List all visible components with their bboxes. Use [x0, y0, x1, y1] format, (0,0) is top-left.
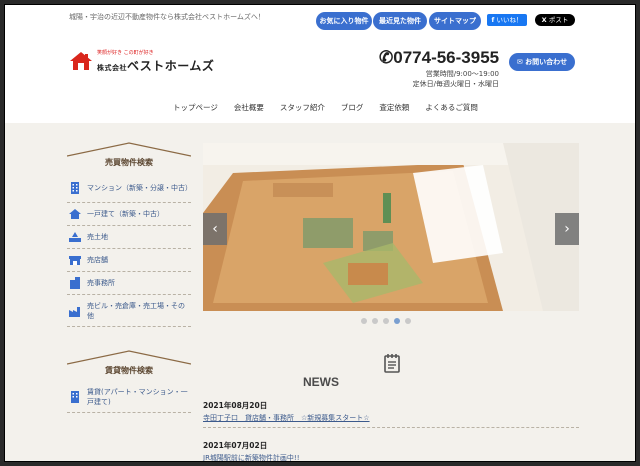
news-heading: NEWS	[303, 375, 339, 389]
sidebar-item-label: 一戸建て（新築・中古）	[87, 210, 164, 218]
sidebar-item-house[interactable]: 一戸建て（新築・中古）	[67, 203, 191, 226]
slider-dot[interactable]	[361, 318, 367, 324]
slider-dot[interactable]	[383, 318, 389, 324]
phone-icon: ✆	[379, 48, 394, 67]
sidebar-item-label: 売事務所	[87, 279, 115, 287]
sale-search-title: 売買物件検索	[105, 158, 153, 167]
sidebar-item-condo[interactable]: マンション（新築・分譲・中古）	[67, 173, 192, 203]
global-nav: トップページ 会社概要 スタッフ紹介 ブログ 査定依頼 よくあるご質問	[165, 102, 486, 116]
news-date: 2021年08月20日	[203, 401, 268, 410]
sidebar: 売買物件検索 マンション（新築・分譲・中古） 一戸建て（新築・中古） 売土地 売…	[67, 141, 192, 413]
sidebar-item-other[interactable]: 売ビル・売倉庫・売工場・その他	[67, 295, 191, 327]
sidebar-item-land[interactable]: 売土地	[67, 226, 191, 249]
nav-item-staff[interactable]: スタッフ紹介	[272, 102, 333, 116]
logo-prefix: 株式会社	[97, 64, 127, 72]
sidebar-item-label: 賃貸(アパート・マンション・一戸建て)	[87, 387, 188, 406]
business-hours: 営業時間/9:00〜19:00	[425, 70, 499, 78]
slider-dots	[361, 318, 411, 324]
logo-name: ベストホームズ	[127, 59, 215, 73]
nav-item-top[interactable]: トップページ	[165, 102, 226, 116]
news-item: 2021年07月02日 JR城陽駅前に新築物件計画中!!	[203, 438, 579, 461]
holidays: 定休日/毎週火曜日・水曜日	[412, 80, 499, 88]
browser-page: 城陽・宇治の近辺不動産物件なら株式会社ベストホームズへ！ お気に入り物件 最近見…	[4, 4, 636, 462]
x-post-button[interactable]: X ポスト	[535, 14, 575, 26]
news-notepad-icon	[384, 354, 400, 373]
sidebar-item-label: 売土地	[87, 233, 108, 241]
logo-text: 株式会社ベストホームズ	[97, 57, 214, 74]
recently-viewed-button[interactable]: 最近見た物件	[373, 12, 427, 30]
favorites-button[interactable]: お気に入り物件	[316, 12, 372, 30]
sidebar-item-shop[interactable]: 売店舗	[67, 249, 191, 272]
x-icon: X	[541, 16, 549, 24]
hero-slider-image[interactable]	[203, 143, 579, 311]
roof-divider-icon	[67, 142, 191, 157]
sidebar-item-label: マンション（新築・分譲・中古）	[87, 183, 192, 192]
nav-item-company[interactable]: 会社概要	[226, 102, 272, 116]
land-icon	[69, 232, 81, 242]
facebook-like-label: いいね！	[496, 16, 523, 24]
office-icon	[70, 277, 80, 289]
news-link[interactable]: JR城陽駅前に新築物件計画中!!	[203, 453, 579, 461]
news-item: 2021年08月20日 寺田丁子口 貸店舗・事務所 ☆新規募集スタート☆	[203, 398, 579, 428]
sidebar-item-office[interactable]: 売事務所	[67, 272, 191, 295]
house-icon	[69, 209, 81, 219]
mail-icon: ✉	[516, 58, 526, 66]
news-list: 2021年08月20日 寺田丁子口 貸店舗・事務所 ☆新規募集スタート☆ 202…	[203, 398, 579, 461]
slider-prev-button[interactable]: ‹	[203, 213, 227, 245]
building-icon	[71, 390, 79, 403]
nav-item-appraisal[interactable]: 査定依頼	[371, 102, 417, 116]
sidebar-item-label: 売店舗	[87, 256, 108, 264]
news-date: 2021年07月02日	[203, 441, 268, 450]
nav-item-faq[interactable]: よくあるご質問	[417, 102, 486, 116]
slider-dot[interactable]	[405, 318, 411, 324]
slider-dot[interactable]	[372, 318, 378, 324]
sidebar-item-label: 売ビル・売倉庫・売工場・その他	[87, 301, 185, 320]
sitemap-button[interactable]: サイトマップ	[429, 12, 481, 30]
building-icon	[71, 181, 79, 194]
contact-button[interactable]: ✉ お問い合わせ	[509, 53, 575, 71]
slider-dot-active[interactable]	[394, 318, 400, 324]
news-link[interactable]: 寺田丁子口 貸店舗・事務所 ☆新規募集スタート☆	[203, 413, 579, 423]
logo-slogan: 笑顔が好き この町が好き	[97, 50, 154, 56]
factory-icon	[69, 306, 80, 317]
contact-label: お問い合わせ	[525, 58, 568, 66]
roof-divider-icon	[67, 350, 191, 365]
phone-number-text: 0774-56-3955	[393, 48, 500, 67]
nav-item-blog[interactable]: ブログ	[333, 102, 372, 116]
phone-number[interactable]: ✆0774-56-3955	[379, 48, 499, 68]
header: 城陽・宇治の近辺不動産物件なら株式会社ベストホームズへ！ お気に入り物件 最近見…	[5, 5, 635, 123]
site-logo[interactable]: 笑顔が好き この町が好き 株式会社ベストホームズ	[69, 49, 214, 75]
logo-house-icon	[70, 52, 92, 70]
slider-next-button[interactable]: ›	[555, 213, 579, 245]
shop-icon	[69, 256, 81, 265]
sale-search-heading: 売買物件検索	[67, 141, 191, 173]
x-post-label: ポスト	[548, 16, 569, 24]
living-room-photo	[203, 143, 579, 311]
site-tagline: 城陽・宇治の近辺不動産物件なら株式会社ベストホームズへ！	[69, 13, 265, 21]
facebook-like-button[interactable]: f いいね！	[487, 14, 527, 26]
